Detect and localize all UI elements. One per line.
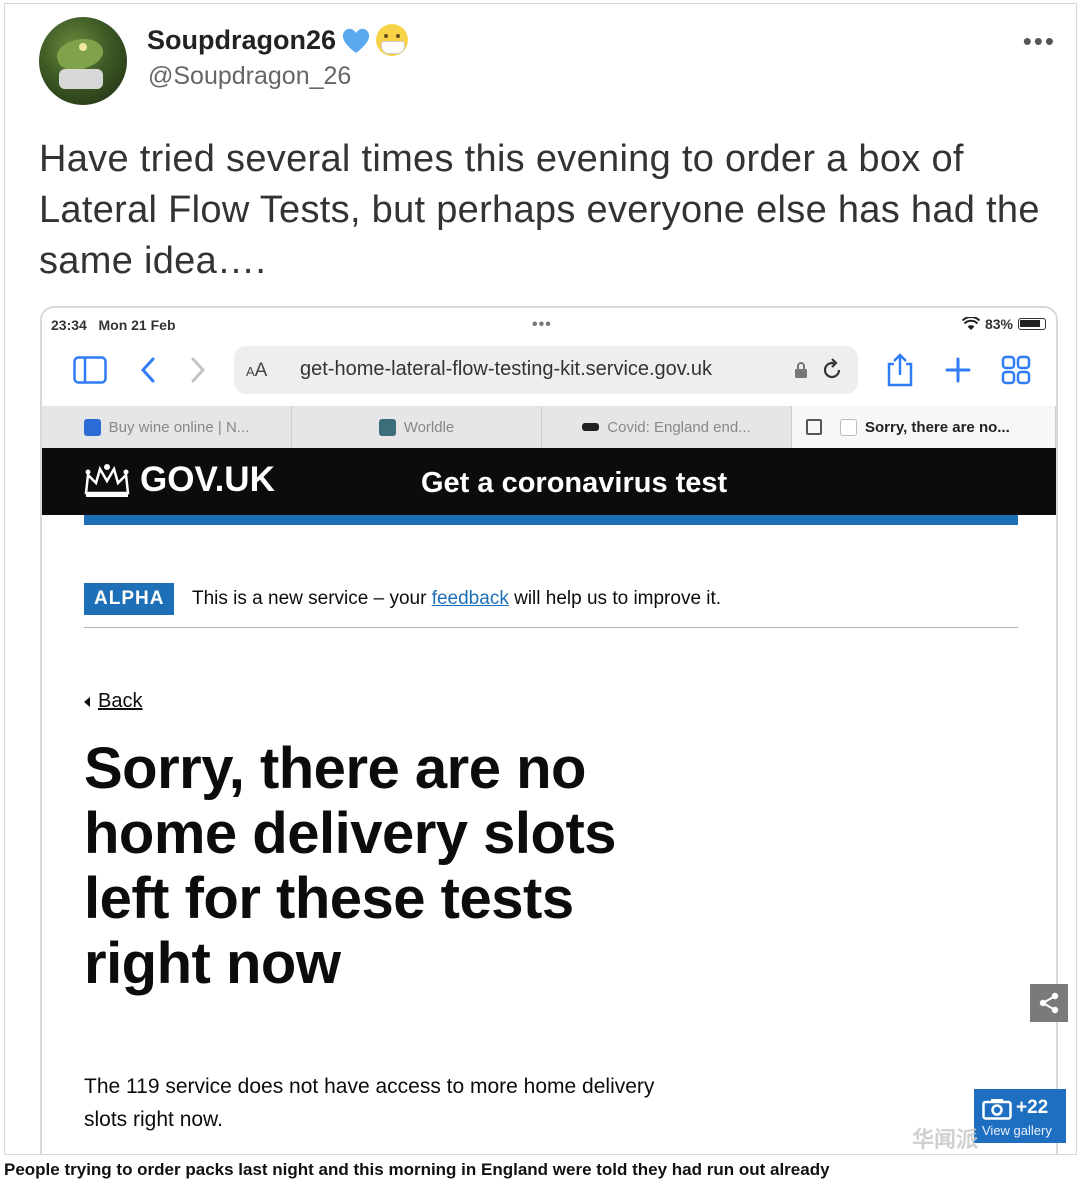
- browser-tabs: Buy wine online | N... Worldle Covid: En…: [42, 406, 1056, 448]
- tab-buy-wine[interactable]: Buy wine online | N...: [42, 406, 292, 448]
- display-name-text: Soupdragon26: [147, 24, 337, 55]
- feedback-link[interactable]: feedback: [432, 588, 509, 609]
- url-bar[interactable]: AA get-home-lateral-flow-testing-kit.ser…: [234, 346, 858, 394]
- reload-icon[interactable]: [820, 358, 844, 382]
- share-icon[interactable]: [880, 350, 920, 390]
- page-heading: Sorry, there are no home delivery slots …: [84, 736, 617, 996]
- govuk-header: GOV.UK Get a coronavirus test: [42, 448, 1056, 515]
- browser-toolbar: AA get-home-lateral-flow-testing-kit.ser…: [42, 338, 1056, 406]
- wifi-icon: [961, 317, 980, 330]
- share-nodes-icon: [1039, 992, 1059, 1014]
- status-bar: 23:34 Mon 21 Feb ••• 83%: [42, 308, 1056, 338]
- tab-favicon: [83, 418, 101, 436]
- govuk-logo[interactable]: GOV.UK: [82, 460, 275, 500]
- camera-icon: [982, 1099, 1012, 1120]
- battery-percent: 83%: [984, 316, 1013, 332]
- service-name-link[interactable]: Get a coronavirus test: [421, 467, 727, 500]
- battery-icon: [1018, 318, 1046, 330]
- url-text[interactable]: get-home-lateral-flow-testing-kit.servic…: [300, 358, 712, 381]
- display-name[interactable]: Soupdragon26: [147, 24, 409, 56]
- blue-heart-icon: [342, 28, 370, 53]
- tab-covid-england[interactable]: Covid: England end...: [542, 406, 792, 448]
- status-time-value: 23:34: [51, 317, 87, 333]
- tab-favicon: [582, 423, 600, 431]
- tab-label: Covid: England end...: [607, 418, 751, 436]
- tab-label: Buy wine online | N...: [108, 418, 250, 436]
- avatar[interactable]: [39, 17, 127, 105]
- phase-text-before: This is a new service – your: [192, 588, 432, 609]
- govuk-logo-text: GOV.UK: [140, 460, 275, 499]
- status-date: Mon 21 Feb: [98, 317, 176, 333]
- status-right: 83%: [961, 316, 1046, 332]
- status-time: 23:34 Mon 21 Feb: [51, 317, 176, 333]
- back-icon[interactable]: [128, 350, 168, 390]
- forward-icon[interactable]: [178, 350, 218, 390]
- phase-text-after: will help us to improve it.: [508, 588, 722, 609]
- tab-favicon: [378, 418, 396, 436]
- view-gallery-button[interactable]: +22 View gallery: [974, 1089, 1066, 1143]
- tab-worldle[interactable]: Worldle: [292, 406, 542, 448]
- tab-favicon: [840, 418, 857, 436]
- multitasking-dots-icon[interactable]: •••: [532, 316, 552, 334]
- reader-aa-button[interactable]: AA: [246, 360, 267, 382]
- tab-label: Worldle: [403, 418, 455, 436]
- tab-sorry-active[interactable]: Sorry, there are no...: [792, 406, 1056, 448]
- back-link-label: Back: [98, 690, 143, 712]
- body-text: The 119 service does not have access to …: [84, 1075, 655, 1131]
- tweet-text: Have tried several times this evening to…: [39, 138, 1040, 282]
- phase-banner: ALPHA This is a new service – your feedb…: [84, 583, 1018, 628]
- tab-label: Sorry, there are no...: [865, 418, 1010, 436]
- header-blue-rule: [84, 515, 1018, 525]
- gallery-label: View gallery: [982, 1123, 1052, 1138]
- alpha-tag: ALPHA: [84, 583, 175, 615]
- phase-banner-text: This is a new service – your feedback wi…: [192, 588, 721, 610]
- new-tab-icon[interactable]: [938, 350, 978, 390]
- close-tab-icon[interactable]: [806, 419, 822, 435]
- crown-icon: [84, 464, 130, 497]
- avatar-mask: [59, 69, 103, 89]
- avatar-eye: [79, 43, 87, 51]
- more-horizontal-icon[interactable]: •••: [1023, 26, 1056, 57]
- lock-icon: [795, 362, 807, 378]
- back-triangle-icon: [84, 696, 90, 707]
- sidebar-icon[interactable]: [70, 350, 110, 390]
- handle[interactable]: @Soupdragon_26: [148, 62, 351, 91]
- share-button[interactable]: [1030, 984, 1068, 1022]
- watermark: 华闻派: [912, 1127, 979, 1152]
- face-with-medical-mask-icon: [376, 24, 409, 56]
- tweet-card: Soupdragon26 @Soupdragon_26 ••• Have tri…: [4, 3, 1077, 1155]
- tabs-grid-icon[interactable]: [996, 350, 1036, 390]
- back-link[interactable]: Back: [84, 690, 142, 713]
- image-caption: People trying to order packs last night …: [4, 1160, 830, 1179]
- gallery-count: +22: [1016, 1097, 1049, 1118]
- embedded-screenshot: 23:34 Mon 21 Feb ••• 83% AA get-home-lat…: [40, 306, 1058, 1154]
